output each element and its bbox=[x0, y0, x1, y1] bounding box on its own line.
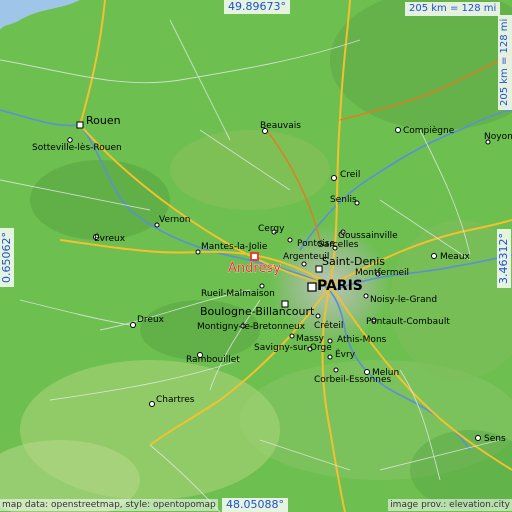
city-label: Dreux bbox=[137, 315, 165, 325]
city-label: Creil bbox=[340, 170, 360, 180]
city-label: Rouen bbox=[86, 114, 121, 127]
city-evreux[interactable]: Évreux bbox=[93, 232, 126, 244]
city-label: Saint-Denis bbox=[322, 255, 385, 268]
city-goussainville[interactable]: Goussainville bbox=[338, 229, 398, 241]
city-label: Beauvais bbox=[260, 121, 301, 131]
city-label: Pontault-Combault bbox=[366, 317, 450, 327]
location-label: Andresy bbox=[228, 261, 281, 276]
city-label: Évry bbox=[335, 348, 356, 360]
city-label: Évreux bbox=[94, 232, 126, 244]
north-latitude: 49.89673° bbox=[224, 0, 290, 14]
city-cergy[interactable]: Cergy bbox=[258, 224, 285, 235]
city-label: Cergy bbox=[258, 224, 285, 234]
city-label: Sens bbox=[484, 434, 506, 444]
city-label: Athis-Mons bbox=[337, 335, 387, 345]
city-label: Montfermeil bbox=[355, 268, 409, 278]
city-label: Sotteville-lès-Rouen bbox=[32, 142, 122, 153]
east-longitude: 3.46312° bbox=[497, 229, 511, 288]
city-label: Goussainville bbox=[338, 231, 398, 241]
city-label: Sarcelles bbox=[318, 240, 359, 250]
city-label: Boulogne-Billancourt bbox=[200, 305, 315, 318]
city-label: Rueil-Malmaison bbox=[201, 289, 275, 299]
city-sarcelles[interactable]: Sarcelles bbox=[318, 240, 359, 251]
city-pontault[interactable]: Pontault-Combault bbox=[366, 317, 450, 327]
city-label: Savigny-sur-Orge bbox=[254, 343, 332, 353]
south-latitude: 48.05088° bbox=[222, 498, 288, 512]
city-label: Noyon bbox=[484, 132, 512, 142]
west-longitude: 0.65062° bbox=[0, 228, 14, 287]
city-label: PARIS bbox=[317, 278, 363, 294]
city-label: Chartres bbox=[156, 395, 195, 405]
city-label: Rambouillet bbox=[186, 355, 240, 365]
city-montigny[interactable]: Montigny-le-Bretonneux bbox=[197, 322, 306, 332]
city-label: Senlis bbox=[330, 195, 357, 205]
city-label: Créteil bbox=[314, 320, 343, 331]
city-label: Meaux bbox=[440, 252, 471, 262]
city-montfermeil[interactable]: Montfermeil bbox=[355, 268, 409, 278]
scale-bar-right: 205 km = 128 mi bbox=[498, 14, 512, 110]
city-label: Montigny-le-Bretonneux bbox=[197, 322, 306, 332]
city-senlis[interactable]: Senlis bbox=[330, 195, 360, 206]
scale-bar-top: 205 km = 128 mi bbox=[405, 2, 501, 16]
city-label: Melun bbox=[372, 368, 399, 378]
city-label: Vernon bbox=[159, 215, 190, 225]
map-canvas: Rouen Sotteville-lès-Rouen Beauvais Comp… bbox=[0, 0, 512, 512]
location-marker bbox=[250, 252, 259, 261]
city-paris[interactable]: PARIS bbox=[307, 278, 363, 294]
city-rambouillet[interactable]: Rambouillet bbox=[186, 352, 240, 366]
city-compiegne[interactable]: Compiègne bbox=[395, 125, 455, 136]
city-chartres[interactable]: Chartres bbox=[149, 395, 195, 407]
city-label: Noisy-le-Grand bbox=[370, 295, 437, 305]
topographic-map[interactable]: Rouen Sotteville-lès-Rouen Beauvais Comp… bbox=[0, 0, 512, 512]
city-noisy[interactable]: Noisy-le-Grand bbox=[363, 293, 437, 305]
city-label: Mantes-la-Jolie bbox=[201, 242, 268, 252]
city-savigny[interactable]: Savigny-sur-Orge bbox=[254, 343, 332, 353]
city-athis[interactable]: Athis-Mons bbox=[327, 335, 387, 345]
city-label: Compiègne bbox=[403, 125, 455, 136]
image-provider-credit: image prov.: elevation.city bbox=[388, 499, 512, 511]
map-data-credit: map data: openstreetmap, style: opentopo… bbox=[0, 499, 218, 511]
